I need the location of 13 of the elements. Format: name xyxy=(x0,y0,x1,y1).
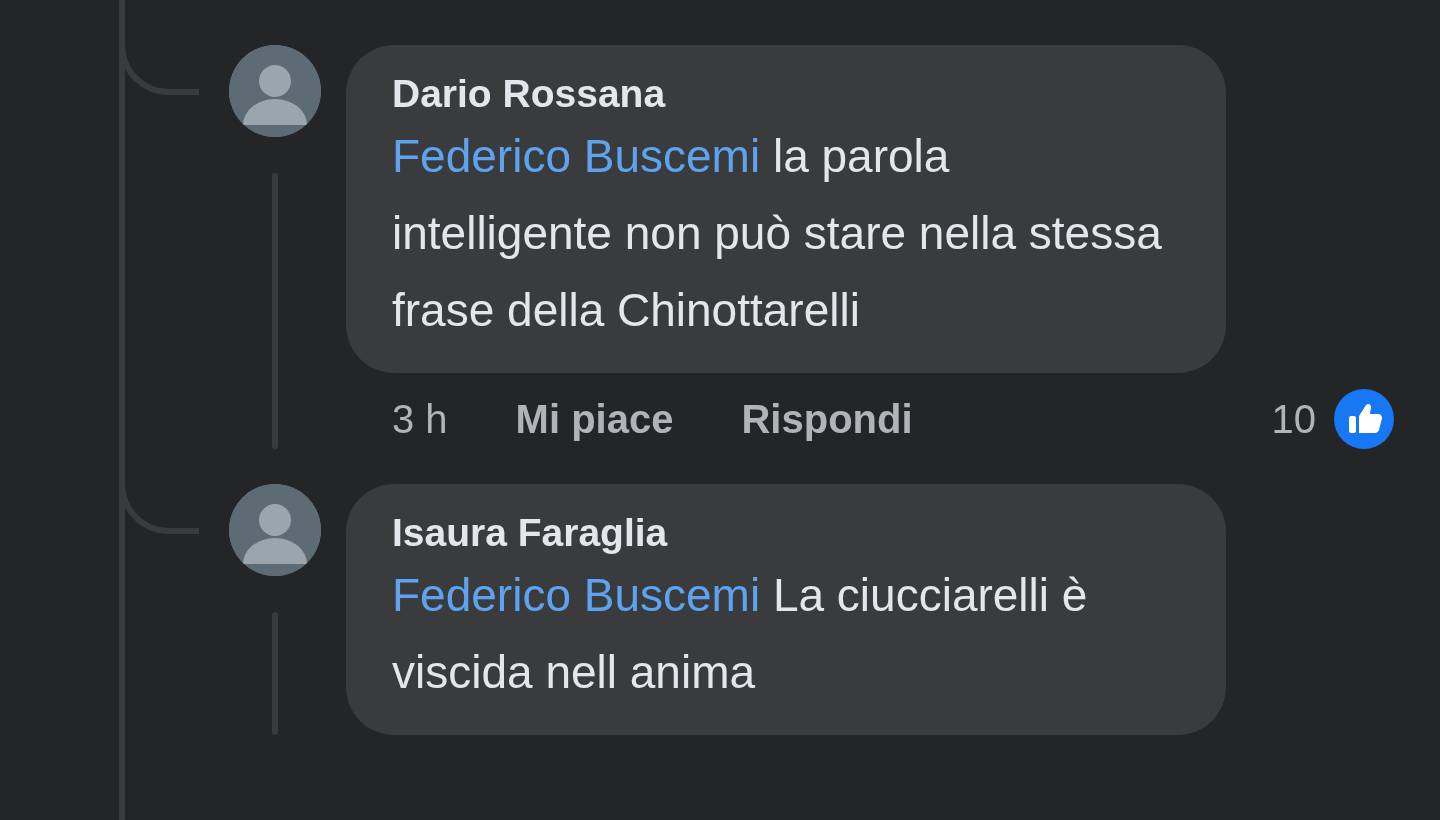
author-name[interactable]: Dario Rossana xyxy=(392,71,1180,118)
like-button[interactable]: Mi piace xyxy=(515,388,674,449)
reply-button[interactable]: Rispondi xyxy=(741,388,913,449)
mention-link[interactable]: Federico Buscemi xyxy=(392,129,761,182)
avatar-icon[interactable] xyxy=(229,45,321,137)
timestamp: 3 h xyxy=(392,395,448,443)
comment-text: Federico Buscemi La ciucciarelli è viscida nell anima xyxy=(392,567,1089,700)
thumbs-up-icon xyxy=(1334,388,1394,449)
author-name[interactable]: Isaura Faraglia xyxy=(392,509,1180,557)
comment-text: Federico Buscemi la parola intelligente non può stare nella stessa frase della Chinottarelli xyxy=(392,128,1163,338)
mention-link[interactable]: Federico Buscemi xyxy=(392,568,761,621)
reaction-count: 10 xyxy=(1271,395,1316,443)
avatar-icon[interactable] xyxy=(229,483,321,576)
